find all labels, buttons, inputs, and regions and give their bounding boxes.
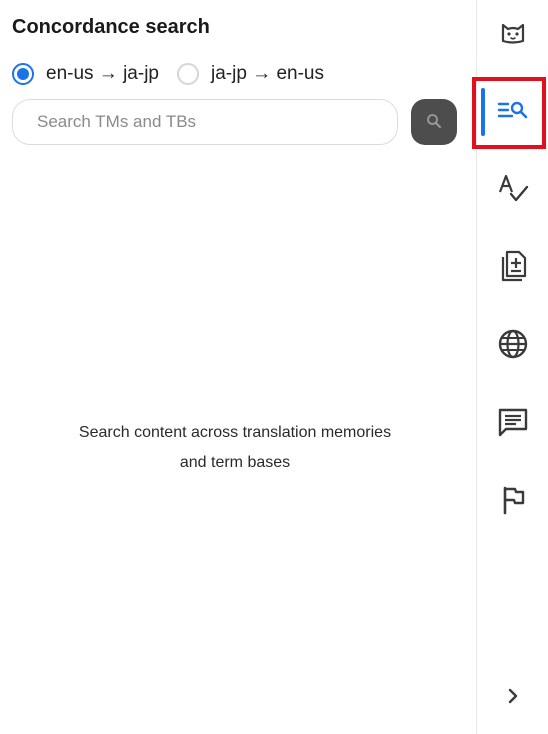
add-document-icon xyxy=(498,249,528,288)
comment-icon xyxy=(497,406,529,443)
concordance-panel: Concordance search en-us → ja-jp ja-jp →… xyxy=(0,0,476,734)
sidebar-expand-button[interactable] xyxy=(477,666,548,730)
direction-label-en-ja: en-us → ja-jp xyxy=(46,63,159,84)
flag-icon xyxy=(499,484,527,521)
radio-button-unselected[interactable] xyxy=(177,63,199,85)
sidebar-item-assistant[interactable] xyxy=(477,2,548,66)
search-icon xyxy=(425,112,443,133)
sidebar-item-comments[interactable] xyxy=(477,392,548,456)
sidebar-item-language[interactable] xyxy=(477,314,548,378)
direction-option-en-ja[interactable]: en-us → ja-jp xyxy=(12,63,159,85)
chevron-right-icon xyxy=(503,686,523,711)
search-button[interactable] xyxy=(411,99,457,145)
direction-label-ja-en: ja-jp → en-us xyxy=(211,63,324,84)
empty-state-message: Search content across translation memori… xyxy=(0,418,470,478)
direction-selector: en-us → ja-jp ja-jp → en-us xyxy=(12,60,342,88)
radio-button-selected[interactable] xyxy=(12,63,34,85)
search-input[interactable] xyxy=(12,99,398,145)
concordance-search-icon xyxy=(497,96,529,129)
spellcheck-icon xyxy=(497,172,529,209)
app-window: Concordance search en-us → ja-jp ja-jp →… xyxy=(0,0,548,734)
direction-option-ja-en[interactable]: ja-jp → en-us xyxy=(177,63,324,85)
empty-state-line-1: Search content across translation memori… xyxy=(78,424,392,441)
sidebar-item-concordance-search[interactable] xyxy=(477,80,548,144)
globe-icon xyxy=(497,328,529,365)
sidebar-item-spellcheck[interactable] xyxy=(477,158,548,222)
panel-title: Concordance search xyxy=(12,16,210,38)
right-sidebar xyxy=(476,0,548,734)
empty-state-line-2: and term bases xyxy=(179,454,291,471)
sidebar-item-flag[interactable] xyxy=(477,470,548,534)
cat-icon xyxy=(499,18,527,51)
sidebar-item-add-document[interactable] xyxy=(477,236,548,300)
